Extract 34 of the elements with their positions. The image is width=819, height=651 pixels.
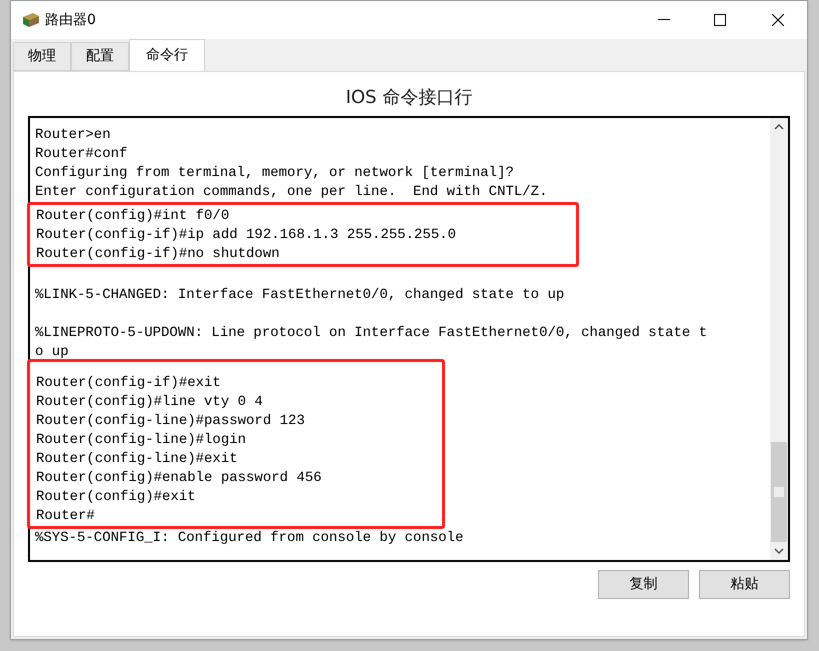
window-title: 路由器0 <box>45 10 96 30</box>
terminal-line: Router(config-if)#exit <box>36 374 221 393</box>
terminal-line: %LINEPROTO-5-UPDOWN: Line protocol on Interface FastEthernet0/0, changed state t <box>35 324 708 343</box>
terminal-line: Router(config)#enable password 456 <box>36 469 322 488</box>
action-button[interactable]: 复制 <box>598 570 689 599</box>
terminal-line: Router(config)#exit <box>36 488 196 507</box>
terminal-line: Router>en <box>35 126 111 145</box>
terminal-line: Router(config-if)#ip add 192.168.1.3 255.255.255.0 <box>36 226 456 245</box>
terminal-line: Router# <box>36 507 95 526</box>
terminal-line: Configuring from terminal, memory, or network [terminal]? <box>35 164 514 183</box>
maximize-icon <box>714 14 726 26</box>
terminal-line: Router(config-line)#exit <box>36 450 238 469</box>
scroll-up-icon <box>774 124 784 130</box>
panel-heading: IOS 命令接口行 <box>344 86 474 110</box>
terminal-line: Router(config)#int f0/0 <box>36 207 230 226</box>
tab[interactable]: 物理 <box>13 42 71 71</box>
minimize-icon <box>658 19 670 21</box>
terminal-line: Router(config-line)#login <box>36 431 246 450</box>
terminal-line: Router(config)#line vty 0 4 <box>36 393 263 412</box>
tab[interactable]: 命令行 <box>129 39 205 71</box>
terminal-line: Router(config-if)#no shutdown <box>36 245 280 264</box>
scroll-down-icon <box>774 548 784 554</box>
terminal-line: Router(config-line)#password 123 <box>36 412 305 431</box>
router-icon <box>21 11 41 29</box>
tab[interactable]: 配置 <box>71 42 129 71</box>
terminal-line: Router#conf <box>35 145 128 164</box>
terminal-line: %LINK-5-CHANGED: Interface FastEthernet0/0, changed state to up <box>35 286 564 305</box>
scrollbar[interactable] <box>770 118 788 560</box>
scroll-thumb[interactable] <box>771 442 787 542</box>
terminal-line: o up <box>35 343 69 362</box>
action-button[interactable]: 粘贴 <box>699 570 790 599</box>
terminal-line: %SYS-5-CONFIG_I: Configured from console by console <box>35 529 464 548</box>
terminal-line: Enter configuration commands, one per line. End with CNTL/Z. <box>35 183 548 202</box>
close-icon <box>772 14 784 26</box>
